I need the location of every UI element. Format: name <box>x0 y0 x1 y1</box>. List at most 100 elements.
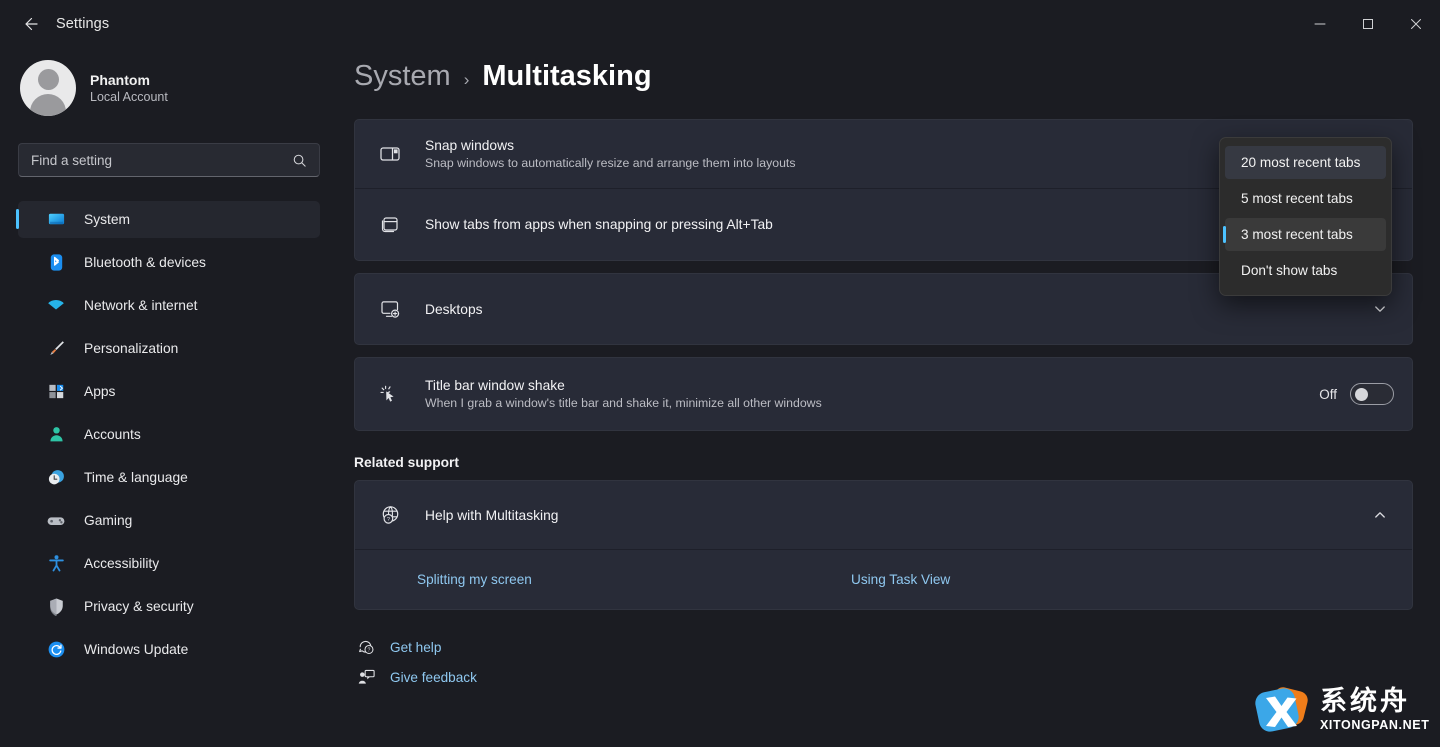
row-subtitle: When I grab a window's title bar and sha… <box>425 396 822 410</box>
sidebar-item-accounts[interactable]: Accounts <box>18 416 320 453</box>
row-title: Show tabs from apps when snapping or pre… <box>425 217 773 232</box>
close-button[interactable] <box>1392 0 1440 48</box>
system-monitor-icon <box>46 210 66 230</box>
apps-grid-icon <box>46 382 66 402</box>
dropdown-option-label: 3 most recent tabs <box>1241 227 1353 242</box>
account-person-icon <box>46 425 66 445</box>
close-icon <box>1411 19 1421 29</box>
get-help-icon: ? <box>354 638 378 657</box>
wifi-icon <box>46 296 66 316</box>
link-using-task-view[interactable]: Using Task View <box>851 572 950 587</box>
dropdown-option-5-most-recent-tabs[interactable]: 5 most recent tabs <box>1225 182 1386 215</box>
tabs-window-icon <box>377 214 403 236</box>
dropdown-option-label: 20 most recent tabs <box>1241 155 1361 170</box>
sidebar-item-accessibility[interactable]: Accessibility <box>18 545 320 582</box>
sidebar-nav: System Bluetooth & devices Network & int… <box>0 201 338 668</box>
update-refresh-icon <box>46 640 66 660</box>
show-tabs-text: Show tabs from apps when snapping or pre… <box>425 217 1234 232</box>
sidebar-item-personalization[interactable]: Personalization <box>18 330 320 367</box>
title-bar-shake-text: Title bar window shake When I grab a win… <box>425 378 1319 410</box>
title-bar-shake-row[interactable]: Title bar window shake When I grab a win… <box>355 358 1412 430</box>
footer-links: ? Get help Give feedback <box>338 632 1440 692</box>
footer-label: Get help <box>390 639 442 655</box>
window-title: Settings <box>56 16 110 32</box>
sidebar-item-label: Bluetooth & devices <box>84 255 206 270</box>
dropdown-option-label: 5 most recent tabs <box>1241 191 1353 206</box>
sidebar-item-privacy-security[interactable]: Privacy & security <box>18 588 320 625</box>
add-desktop-icon <box>377 298 403 320</box>
sidebar-item-label: System <box>84 212 130 227</box>
dropdown-option-label: Don't show tabs <box>1241 263 1338 278</box>
sidebar-item-bluetooth-devices[interactable]: Bluetooth & devices <box>18 244 320 281</box>
svg-text:?: ? <box>386 517 389 523</box>
sidebar-item-label: Accounts <box>84 427 141 442</box>
globe-help-icon: ? <box>377 504 403 527</box>
sidebar-item-label: Privacy & security <box>84 599 194 614</box>
sidebar-item-windows-update[interactable]: Windows Update <box>18 631 320 668</box>
sidebar-item-label: Windows Update <box>84 642 189 657</box>
toggle-group: Off <box>1319 383 1394 405</box>
title-bar-shake-control: Off <box>1319 383 1394 405</box>
sidebar-item-label: Apps <box>84 384 116 399</box>
search-box[interactable] <box>18 143 320 177</box>
account-type: Local Account <box>90 90 168 104</box>
desktops-text: Desktops <box>425 302 1366 317</box>
avatar <box>20 60 76 116</box>
dropdown-option-20-most-recent-tabs[interactable]: 20 most recent tabs <box>1225 146 1386 179</box>
title-bar-shake-card: Title bar window shake When I grab a win… <box>354 357 1413 431</box>
svg-text:?: ? <box>367 647 370 653</box>
minimize-button[interactable] <box>1296 0 1344 48</box>
related-support-heading: Related support <box>354 455 460 470</box>
sidebar-item-gaming[interactable]: Gaming <box>18 502 320 539</box>
sidebar-item-label: Personalization <box>84 341 179 356</box>
account-name: Phantom <box>90 72 150 88</box>
sidebar: Phantom Local Account Find a setting Sys… <box>0 48 338 747</box>
sidebar-item-label: Accessibility <box>84 556 160 571</box>
help-expander[interactable] <box>1366 501 1394 529</box>
breadcrumb-parent[interactable]: System <box>354 60 451 93</box>
shake-cursor-icon <box>377 382 403 406</box>
desktops-expander[interactable] <box>1366 295 1394 323</box>
get-help-item[interactable]: ? Get help <box>338 632 1440 662</box>
row-title: Title bar window shake <box>425 378 565 393</box>
accessibility-icon <box>46 554 66 574</box>
title-bar-shake-toggle[interactable] <box>1350 383 1394 405</box>
sidebar-item-time-language[interactable]: Time & language <box>18 459 320 496</box>
related-links-row: Splitting my screen Using Task View <box>355 549 1412 609</box>
dropdown-option-dont-show-tabs[interactable]: Don't show tabs <box>1225 254 1386 287</box>
account-block[interactable]: Phantom Local Account <box>20 60 338 116</box>
chevron-down-icon[interactable] <box>1366 295 1394 323</box>
search-icon <box>292 153 307 168</box>
sidebar-item-system[interactable]: System <box>16 201 320 238</box>
dropdown-option-3-most-recent-tabs[interactable]: 3 most recent tabs <box>1223 218 1386 251</box>
sidebar-item-network-internet[interactable]: Network & internet <box>18 287 320 324</box>
help-with-multitasking-row[interactable]: ? Help with Multitasking <box>355 481 1412 549</box>
maximize-button[interactable] <box>1344 0 1392 48</box>
give-feedback-icon <box>354 668 378 687</box>
chevron-up-icon[interactable] <box>1366 501 1394 529</box>
sidebar-item-label: Network & internet <box>84 298 198 313</box>
back-button[interactable] <box>10 8 50 40</box>
avatar-head <box>37 69 59 90</box>
give-feedback-item[interactable]: Give feedback <box>338 662 1440 692</box>
window-controls <box>1296 0 1440 48</box>
link-splitting-my-screen[interactable]: Splitting my screen <box>417 572 851 587</box>
avatar-body <box>30 94 66 116</box>
paintbrush-icon <box>46 339 66 359</box>
row-title: Help with Multitasking <box>425 507 559 523</box>
sidebar-item-apps[interactable]: Apps <box>18 373 320 410</box>
tabs-dropdown-flyout[interactable]: 20 most recent tabs 5 most recent tabs 3… <box>1219 137 1392 296</box>
sidebar-item-label: Gaming <box>84 513 133 528</box>
footer-label: Give feedback <box>390 669 477 685</box>
related-support-card: ? Help with Multitasking Splitting my sc… <box>354 480 1413 610</box>
snap-layout-icon <box>377 143 403 165</box>
bluetooth-icon <box>46 253 66 273</box>
settings-window: Settings Phantom Local Account Find a se… <box>0 0 1440 747</box>
minimize-icon <box>1314 23 1326 25</box>
page-title: Multitasking <box>482 60 652 92</box>
gamepad-icon <box>46 511 66 531</box>
help-row-text: Help with Multitasking <box>425 508 1366 523</box>
arrow-left-icon <box>25 17 38 31</box>
search-input[interactable] <box>19 152 292 168</box>
title-bar: Settings <box>0 0 1440 48</box>
